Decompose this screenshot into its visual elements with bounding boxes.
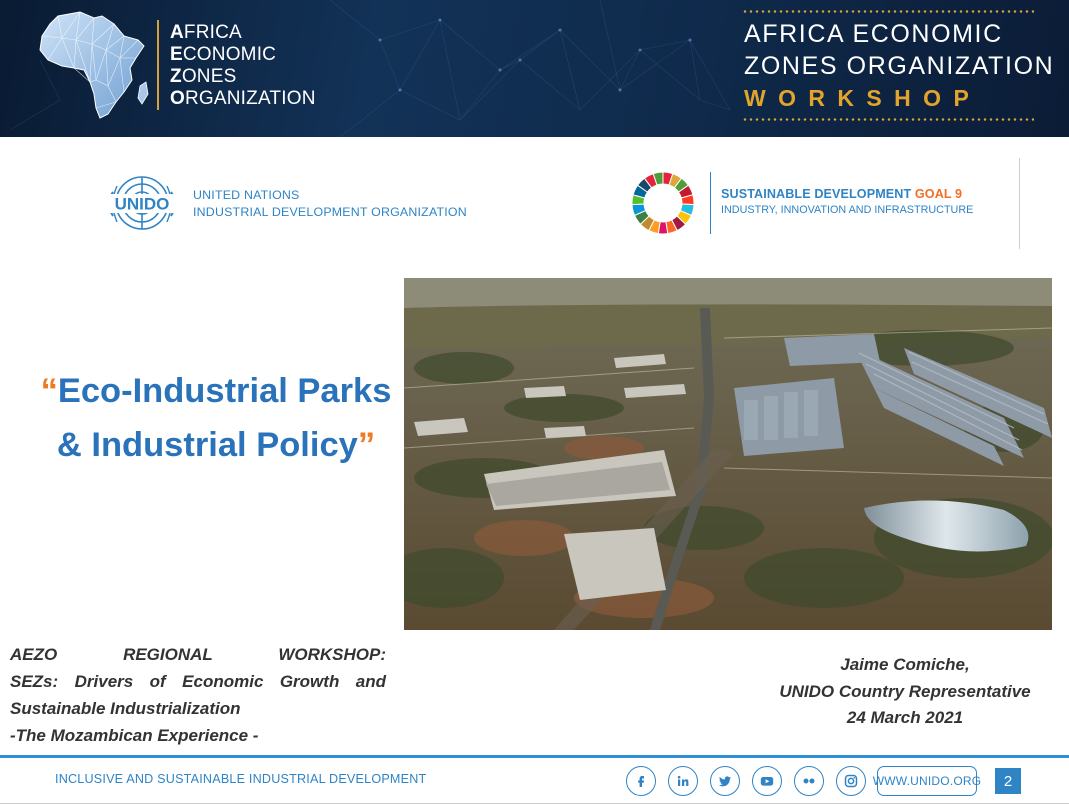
open-quote: “ <box>40 372 58 410</box>
workshop-info-line: SEZs: Drivers of Economic Growth and <box>10 672 386 691</box>
workshop-title-line: ZONES ORGANIZATION <box>744 52 1055 80</box>
sdg-wheel-icon <box>631 171 695 235</box>
instagram-icon[interactable] <box>836 766 866 796</box>
aezo-line: AFRICA <box>170 22 242 43</box>
presentation-date: 24 March 2021 <box>846 708 964 727</box>
header-banner: AFRICA ECONOMIC ZONES ORGANIZATION AFRIC… <box>0 0 1069 137</box>
linkedin-icon[interactable] <box>668 766 698 796</box>
sdg-title: SUSTAINABLE DEVELOPMENT GOAL 9 <box>721 187 963 201</box>
footer-bottom-line <box>0 803 1069 804</box>
footer-rule <box>0 755 1069 758</box>
unido-name-line: INDUSTRIAL DEVELOPMENT ORGANIZATION <box>193 205 467 219</box>
workshop-title-line: AFRICA ECONOMIC <box>744 20 1003 48</box>
slide-title-line: “Eco-Industrial Parks <box>40 372 392 410</box>
footer-tagline: INCLUSIVE AND SUSTAINABLE INDUSTRIAL DEV… <box>55 772 427 786</box>
aezo-wordmark: AFRICA ECONOMIC ZONES ORGANIZATION <box>170 22 316 110</box>
page-number: 2 <box>995 768 1021 794</box>
aezo-line: ECONOMIC <box>170 44 277 65</box>
sdg-goal: GOAL 9 <box>914 187 963 201</box>
gold-dotted-rule <box>742 118 1034 121</box>
gold-dotted-rule <box>742 10 1034 13</box>
workshop-info: AEZO REGIONAL WORKSHOP: SEZs: Drivers of… <box>10 641 386 749</box>
close-quote: ” <box>357 426 376 464</box>
unido-emblem-icon: UNIDO <box>105 176 179 230</box>
aezo-line: ZONES <box>170 66 237 87</box>
flickr-icon[interactable] <box>794 766 824 796</box>
workshop-info-line: Sustainable Industrialization <box>10 699 241 718</box>
unido-name-line: UNITED NATIONS <box>193 188 300 202</box>
workshop-info-line: AEZO REGIONAL WORKSHOP: <box>10 645 386 664</box>
presenter-info: Jaime Comiche, UNIDO Country Representat… <box>760 652 1050 732</box>
unido-acronym: UNIDO <box>115 195 170 214</box>
youtube-icon[interactable] <box>752 766 782 796</box>
workshop-label: WORKSHOP <box>744 85 982 111</box>
industrial-park-aerial-photo <box>404 278 1052 630</box>
sdg-divider <box>710 172 711 234</box>
presenter-role: UNIDO Country Representative <box>779 681 1031 701</box>
sdg-subtitle: INDUSTRY, INNOVATION AND INFRASTRUCTURE <box>721 204 974 216</box>
unido-name: UNITED NATIONS INDUSTRIAL DEVELOPMENT OR… <box>193 187 467 221</box>
aezo-divider <box>157 20 159 110</box>
slide-title: “Eco-Industrial Parks & Industrial Polic… <box>20 364 412 472</box>
workshop-title-box: AFRICA ECONOMIC ZONES ORGANIZATION WORKS… <box>742 10 1053 122</box>
twitter-icon[interactable] <box>710 766 740 796</box>
website-link[interactable]: WWW.UNIDO.ORG <box>873 766 981 796</box>
africa-map-icon <box>39 11 149 119</box>
facebook-icon[interactable] <box>626 766 656 796</box>
slide-title-line: & Industrial Policy” <box>56 426 376 464</box>
workshop-info-line: -The Mozambican Experience - <box>10 726 259 745</box>
vertical-rule <box>1019 158 1020 249</box>
aezo-line: ORGANIZATION <box>170 88 316 109</box>
presenter-name: Jaime Comiche, <box>840 655 970 674</box>
sdg-label: SUSTAINABLE DEVELOPMENT GOAL 9 INDUSTRY,… <box>721 187 973 216</box>
